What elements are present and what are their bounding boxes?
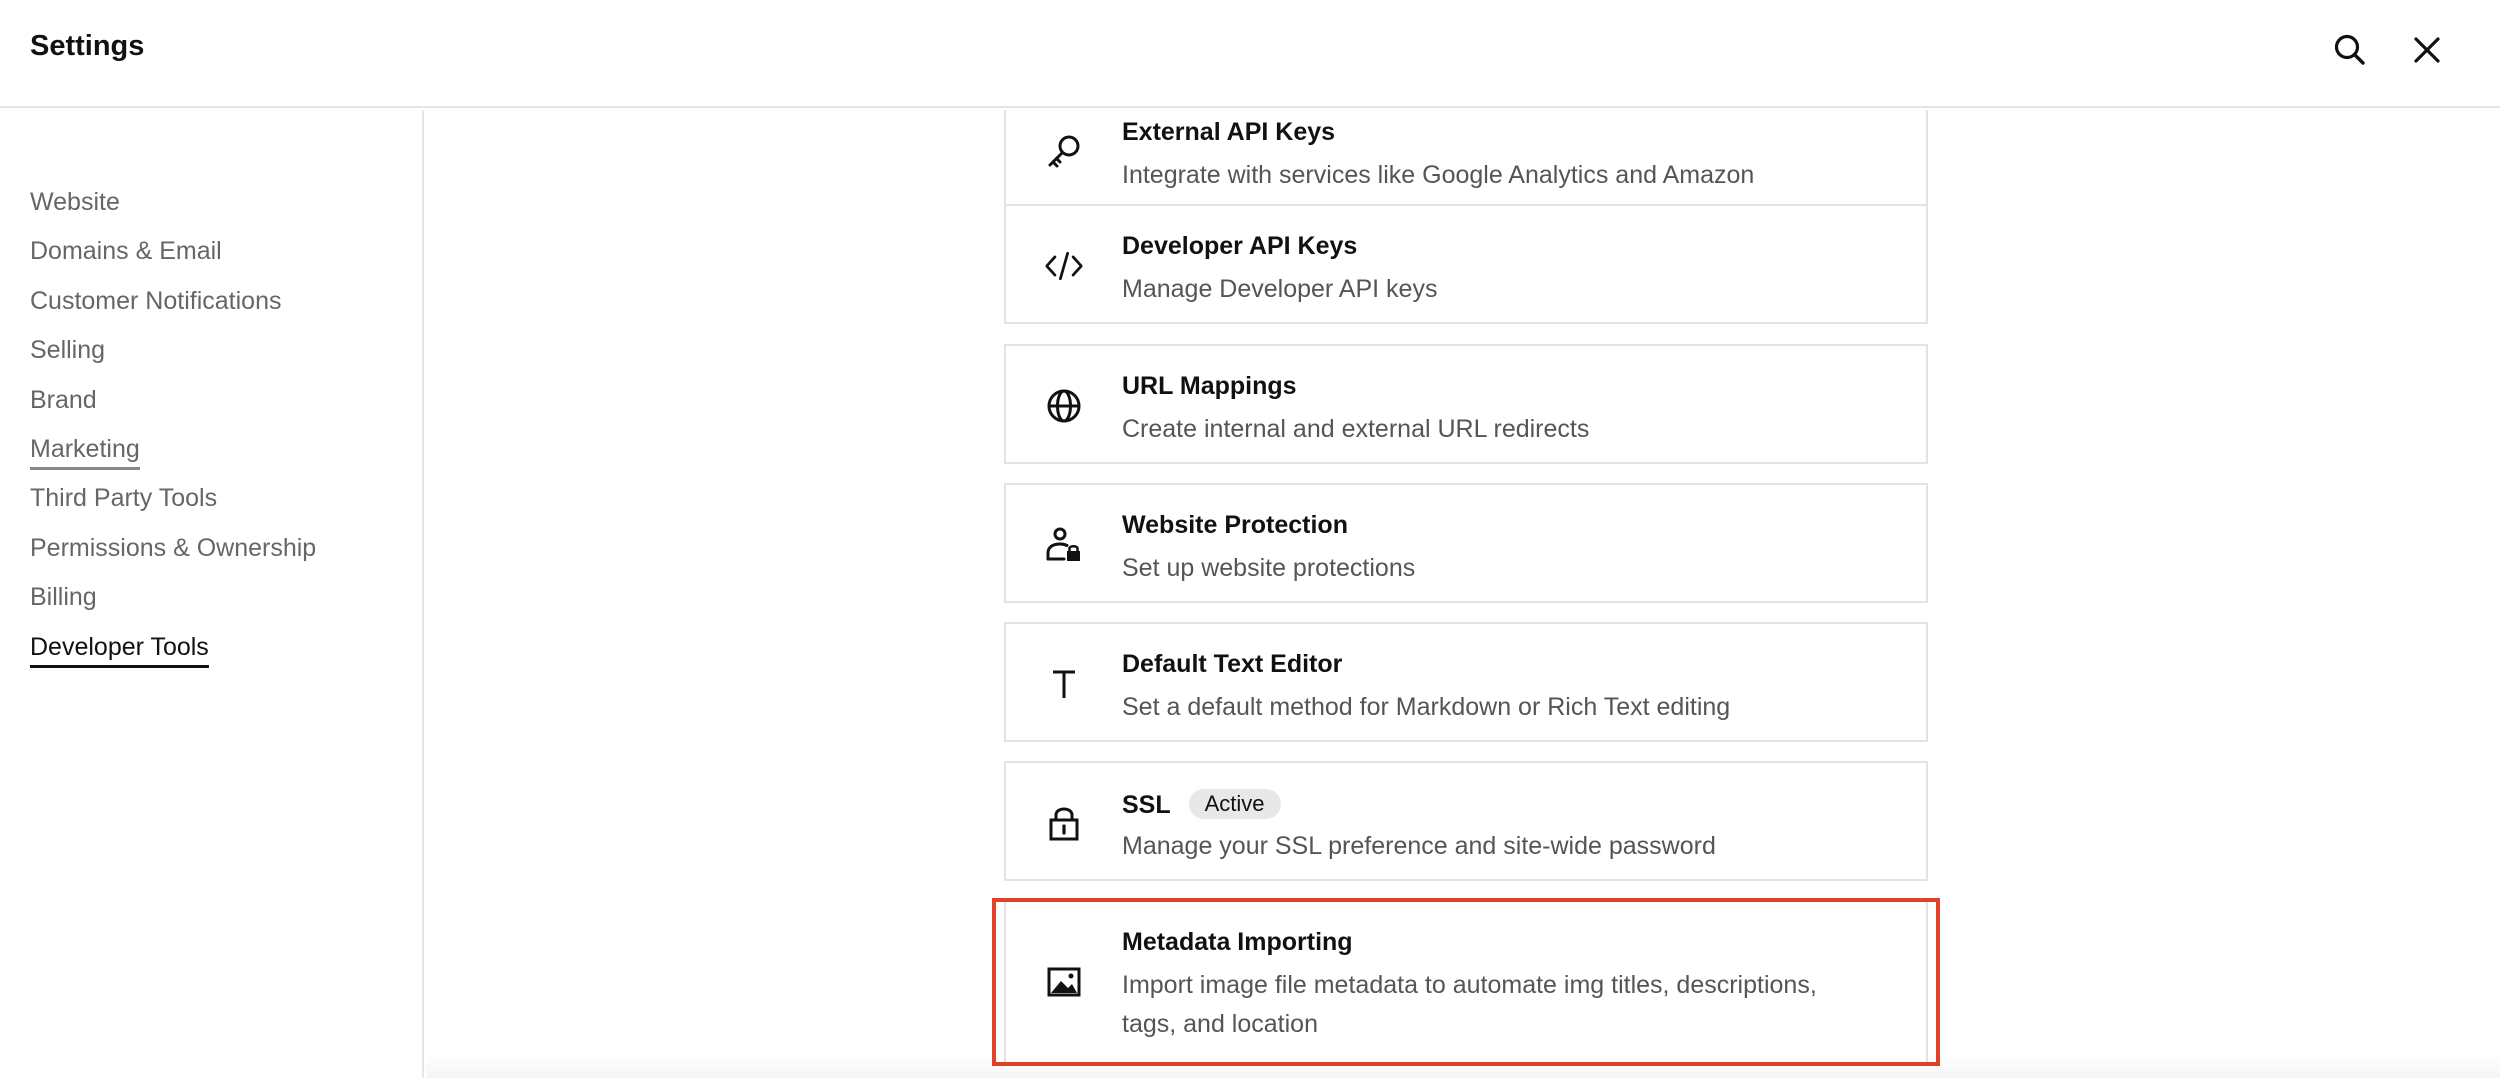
key-icon: [1044, 132, 1084, 172]
globe-icon: [1044, 386, 1084, 426]
user-lock-icon: [1044, 525, 1084, 565]
settings-header: Settings: [0, 0, 2500, 108]
sidebar-item-brand[interactable]: Brand: [30, 372, 316, 421]
card-url-mappings[interactable]: URL Mappings Create internal and externa…: [1004, 344, 1928, 464]
main-content: External API Keys Integrate with service…: [426, 110, 2500, 1078]
card-description-line: tags, and location: [1122, 1010, 1318, 1038]
lock-icon: [1044, 803, 1084, 843]
page-title: Settings: [30, 30, 145, 62]
code-icon: [1044, 246, 1084, 286]
image-icon: [1044, 962, 1084, 1002]
search-icon: [2334, 34, 2365, 65]
close-icon: [2414, 37, 2440, 63]
card-developer-api-keys[interactable]: Developer API Keys Manage Developer API …: [1004, 204, 1928, 324]
status-badge: Active: [1188, 789, 1281, 819]
card-title: SSL Active: [1122, 789, 1281, 820]
card-title: Website Protection: [1122, 511, 1348, 539]
card-description-line: Import image file metadata to automate i…: [1122, 971, 1817, 999]
sidebar-item-developer-tools[interactable]: Developer Tools: [30, 619, 316, 668]
sidebar-item-billing[interactable]: Billing: [30, 569, 316, 618]
sidebar-item-selling[interactable]: Selling: [30, 322, 316, 371]
card-metadata-importing[interactable]: Metadata Importing Import image file met…: [1004, 900, 1928, 1064]
sidebar-item-customer-notifications[interactable]: Customer Notifications: [30, 273, 316, 322]
card-title-text: SSL: [1122, 791, 1171, 819]
sidebar: Website Domains & Email Customer Notific…: [0, 110, 424, 1078]
card-title: Metadata Importing: [1122, 928, 1353, 956]
card-ssl[interactable]: SSL Active Manage your SSL preference and…: [1004, 761, 1928, 881]
sidebar-item-third-party-tools[interactable]: Third Party Tools: [30, 470, 316, 519]
card-description: Integrate with services like Google Anal…: [1122, 161, 1755, 189]
card-description: Manage Developer API keys: [1122, 275, 1438, 303]
card-website-protection[interactable]: Website Protection Set up website protec…: [1004, 483, 1928, 603]
card-title: Default Text Editor: [1122, 650, 1343, 678]
card-description: Import image file metadata to automate i…: [1122, 966, 1817, 1044]
card-description: Set up website protections: [1122, 554, 1416, 582]
card-default-text-editor[interactable]: Default Text Editor Set a default method…: [1004, 622, 1928, 742]
card-external-api-keys[interactable]: External API Keys Integrate with service…: [1004, 110, 1928, 210]
sidebar-item-permissions-ownership[interactable]: Permissions & Ownership: [30, 520, 316, 569]
text-icon: [1044, 664, 1084, 704]
card-title: External API Keys: [1122, 118, 1336, 146]
card-description: Manage your SSL preference and site-wide…: [1122, 832, 1716, 860]
sidebar-item-website[interactable]: Website: [30, 174, 316, 223]
sidebar-nav: Website Domains & Email Customer Notific…: [30, 174, 316, 668]
sidebar-item-domains-email[interactable]: Domains & Email: [30, 223, 316, 272]
search-button[interactable]: [2328, 28, 2372, 72]
card-description: Create internal and external URL redirec…: [1122, 415, 1590, 443]
card-title: URL Mappings: [1122, 372, 1297, 400]
card-title: Developer API Keys: [1122, 232, 1358, 260]
sidebar-item-marketing[interactable]: Marketing: [30, 421, 316, 470]
card-description: Set a default method for Markdown or Ric…: [1122, 693, 1731, 721]
close-button[interactable]: [2405, 28, 2449, 72]
scroll-shadow: [426, 1054, 2500, 1078]
